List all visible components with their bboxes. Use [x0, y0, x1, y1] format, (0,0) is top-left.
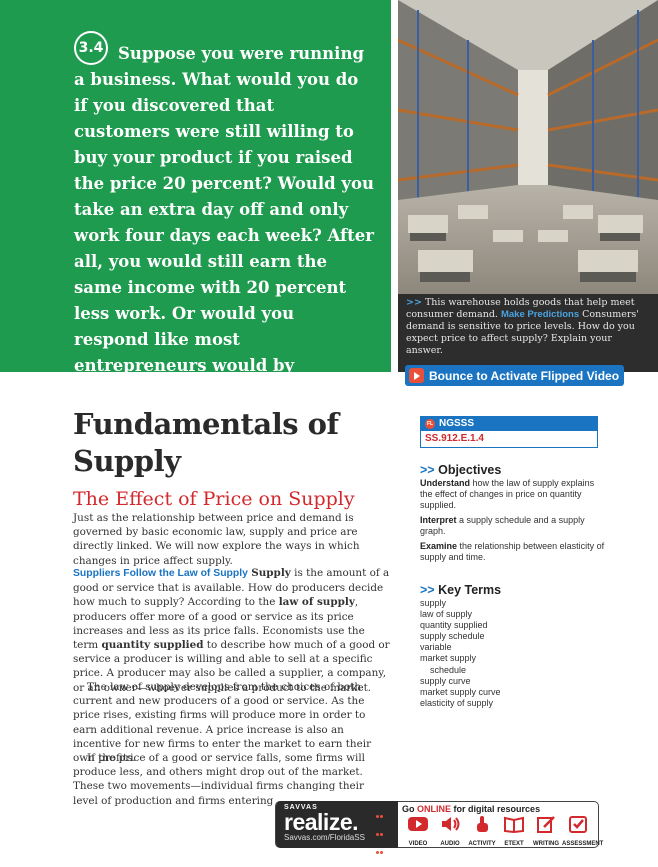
term-law-of-supply: law of supply [278, 596, 355, 609]
paragraph-price-falls: If the price of a good or service falls,… [73, 752, 366, 807]
key-term[interactable]: supply [420, 598, 501, 609]
objective-verb: Examine [420, 541, 458, 551]
objective-item: Interpret a supply schedule and a supply… [420, 515, 605, 537]
photo-caption: >> This warehouse holds goods that help … [398, 294, 658, 372]
objective-item: Examine the relationship between elastic… [420, 541, 605, 563]
resource-label: VIDEO [408, 841, 428, 847]
key-term[interactable]: supply schedule [420, 631, 501, 642]
digital-resources-bar: SAVVAS realize. Savvas.com/FloridaSS Go … [275, 801, 604, 854]
resource-assessment[interactable]: ASSESSMENT [562, 815, 604, 847]
key-term[interactable]: variable [420, 642, 501, 653]
resource-audio[interactable]: AUDIO [434, 815, 466, 847]
key-term[interactable]: elasticity of supply [420, 698, 501, 709]
resource-label: WRITING [533, 841, 559, 847]
flipped-video-label: Bounce to Activate Flipped Video [429, 368, 620, 383]
key-terms-title: Key Terms [438, 583, 502, 597]
savvas-realize-logo[interactable]: SAVVAS realize. Savvas.com/FloridaSS [276, 801, 398, 854]
resource-label: ETEXT [504, 841, 524, 847]
etext-icon [504, 816, 524, 834]
play-icon [409, 368, 424, 383]
warehouse-photo [398, 0, 658, 294]
resource-label: ASSESSMENT [562, 841, 604, 847]
resource-writing[interactable]: WRITING [530, 815, 562, 847]
caption-arrows: >> [406, 297, 422, 308]
section-title: The Effect of Price on Supply [73, 488, 355, 510]
go-online-label: Go ONLINE for digital resources [402, 804, 540, 814]
resource-label: ACTIVITY [468, 841, 496, 847]
assessment-icon [569, 816, 587, 833]
resource-etext[interactable]: ETEXT [498, 815, 530, 847]
audio-icon [442, 817, 460, 831]
go-text: Go [402, 804, 415, 814]
resources-text: for digital resources [453, 804, 541, 814]
key-terms-list: supply law of supply quantity supplied s… [420, 598, 501, 709]
term-quantity-supplied: quantity supplied [101, 639, 204, 652]
subhead-law-of-supply: Suppliers Follow the Law of Supply [73, 568, 248, 579]
standards-box: FL NGSSS SS.912.E.1.4 [420, 416, 598, 448]
key-term[interactable]: supply curve [420, 676, 501, 687]
key-term[interactable]: market supply curve [420, 687, 501, 698]
flipped-video-button[interactable]: Bounce to Activate Flipped Video [405, 365, 624, 386]
paragraph-intro: Just as the relationship between price a… [73, 512, 360, 567]
objective-verb: Understand [420, 478, 471, 488]
resource-label: AUDIO [440, 841, 460, 847]
objectives-heading: >> Objectives [420, 463, 501, 477]
video-icon [408, 817, 428, 831]
activity-icon [477, 816, 488, 832]
online-text: ONLINE [417, 804, 452, 814]
standards-label: NGSSS [439, 418, 475, 429]
term-supply: Supply [251, 567, 291, 579]
chevrons-icon: >> [420, 583, 435, 597]
objectives-title: Objectives [438, 463, 502, 477]
key-term[interactable]: quantity supplied [420, 620, 501, 631]
key-term[interactable]: schedule [420, 665, 501, 676]
intro-panel: 3.4 Suppose you were running a business.… [0, 0, 391, 427]
objective-verb: Interpret [420, 515, 457, 525]
intro-question: Suppose you were running a business. Wha… [74, 44, 374, 427]
writing-icon [537, 816, 555, 833]
caption-make-predictions: Make Predictions [500, 309, 580, 320]
objective-item: Understand how the law of supply explain… [420, 478, 605, 512]
paragraph-law-of-supply: Suppliers Follow the Law of Supply Suppl… [73, 566, 391, 695]
standards-code: SS.912.E.1.4 [425, 433, 484, 444]
florida-badge-icon: FL [425, 419, 435, 429]
page-title: Fundamentals of Supply [73, 407, 339, 478]
resource-activity[interactable]: ACTIVITY [466, 815, 498, 847]
key-term[interactable]: law of supply [420, 609, 501, 620]
resource-video[interactable]: VIDEO [402, 815, 434, 847]
key-term[interactable]: market supply [420, 653, 501, 664]
standards-header: FL NGSSS [421, 417, 597, 431]
key-terms-heading: >> Key Terms [420, 583, 501, 597]
logo-dots-icon [376, 805, 386, 859]
chevrons-icon: >> [420, 463, 435, 477]
